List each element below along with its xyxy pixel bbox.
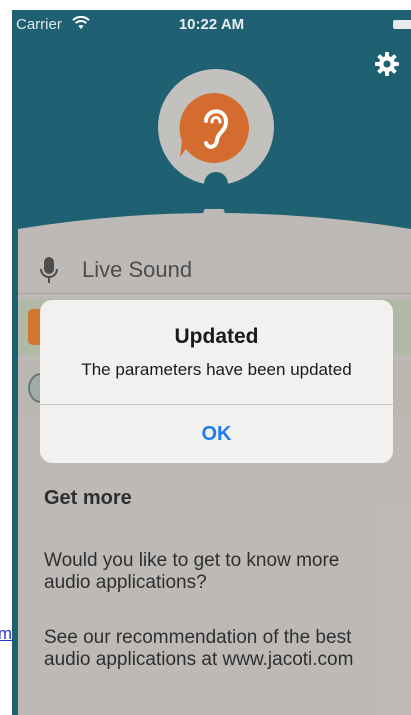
ok-button[interactable]: OK (40, 405, 393, 463)
alert-message: The parameters have been updated (81, 360, 352, 379)
external-link[interactable]: m (0, 624, 12, 644)
app-screen: Carrier 10:22 AM Live Sound Get more Wou… (12, 10, 411, 715)
alert-dialog: Updated The parameters have been updated… (40, 300, 393, 463)
alert-title: Updated (174, 325, 259, 348)
